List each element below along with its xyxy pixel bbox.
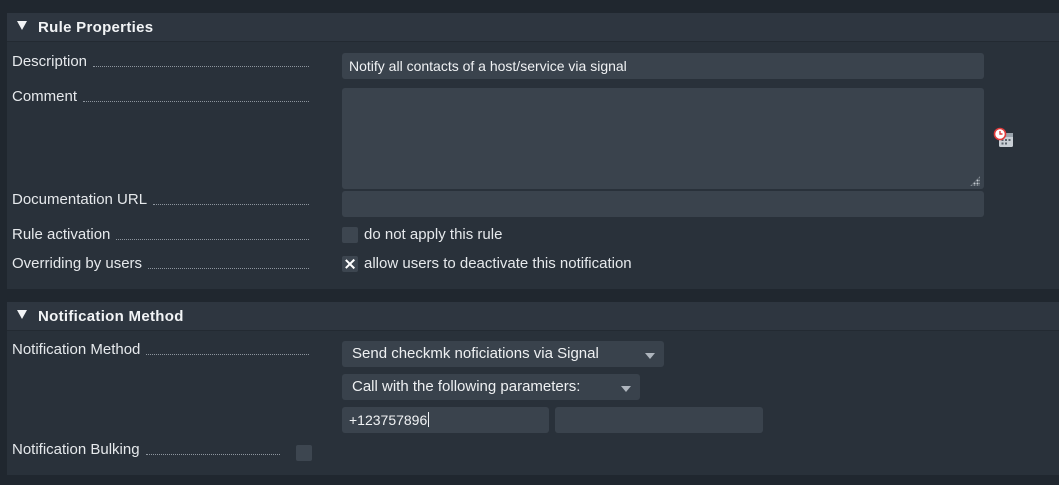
documentation-url-label: Documentation URL — [12, 191, 309, 208]
resize-grip-icon[interactable] — [970, 176, 980, 186]
rule-activation-label: Rule activation — [12, 226, 309, 243]
notification-method-header[interactable]: Notification Method — [7, 302, 1059, 331]
overriding-label: Overriding by users — [12, 255, 309, 272]
collapse-triangle-icon[interactable] — [17, 310, 27, 319]
chevron-down-icon — [621, 386, 631, 392]
phone-number-input[interactable]: +123757896 — [342, 407, 549, 433]
section-title: Rule Properties — [38, 19, 154, 36]
notification-method-label: Notification Method — [12, 341, 309, 358]
clock-calendar-icon[interactable] — [993, 127, 1015, 149]
chevron-down-icon — [645, 353, 655, 359]
rule-properties-header[interactable]: Rule Properties — [7, 13, 1059, 42]
allow-deactivate-text: allow users to deactivate this notificat… — [364, 255, 632, 272]
allow-deactivate-checkbox[interactable] — [342, 256, 358, 272]
text-cursor — [428, 412, 430, 427]
description-input[interactable]: Notify all contacts of a host/service vi… — [342, 53, 984, 79]
section-title: Notification Method — [38, 308, 184, 325]
comment-textarea[interactable] — [342, 88, 984, 189]
do-not-apply-checkbox[interactable] — [342, 227, 358, 243]
do-not-apply-text: do not apply this rule — [364, 226, 503, 243]
description-label: Description — [12, 53, 309, 70]
documentation-url-input[interactable] — [342, 191, 984, 217]
notification-bulking-label: Notification Bulking — [12, 441, 280, 458]
second-parameter-input[interactable] — [555, 407, 763, 433]
bulking-checkbox[interactable] — [296, 445, 312, 461]
parameters-select[interactable]: Call with the following parameters: — [342, 374, 640, 400]
notification-method-select[interactable]: Send checkmk noficiations via Signal — [342, 341, 664, 367]
collapse-triangle-icon[interactable] — [17, 21, 27, 30]
comment-label: Comment — [12, 88, 309, 105]
